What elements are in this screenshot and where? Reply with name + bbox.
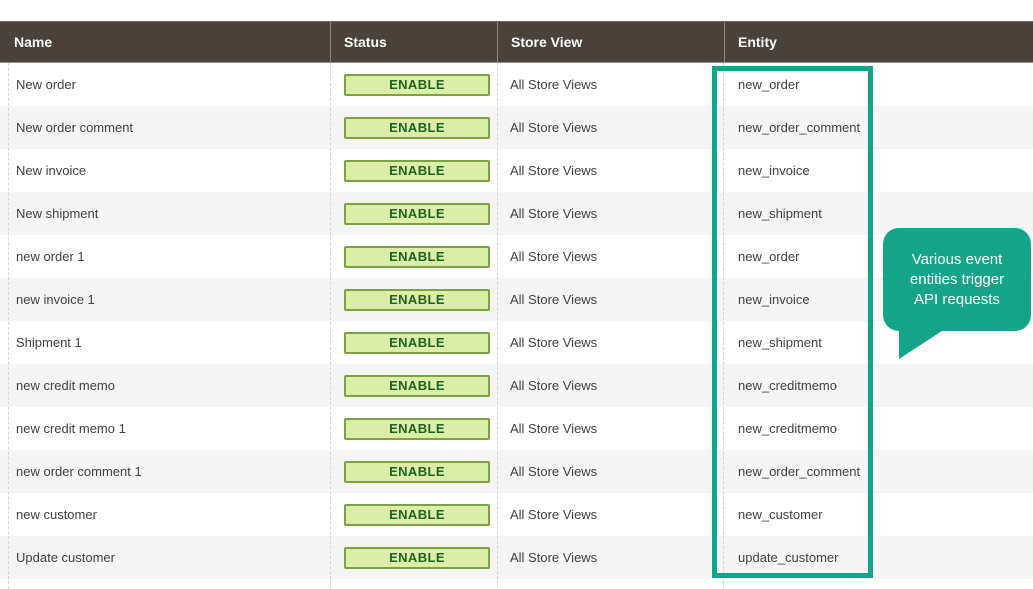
cell-entity: new_shipment: [738, 206, 822, 221]
cell-entity: new_creditmemo: [738, 378, 837, 393]
enable-button[interactable]: ENABLE: [344, 331, 490, 354]
enable-button[interactable]: ENABLE: [344, 288, 490, 311]
cell-store-view: All Store Views: [510, 550, 598, 565]
table-row[interactable]: new order comment 1 ENABLE All Store Vie…: [0, 450, 1033, 493]
cell-name: new order 1: [16, 249, 85, 264]
cell-name: new invoice 1: [16, 292, 95, 307]
table-row[interactable]: New order ENABLE All Store Views new_ord…: [0, 63, 1033, 106]
enable-button[interactable]: ENABLE: [344, 546, 490, 569]
cell-entity: new_invoice: [738, 163, 810, 178]
cell-name: new credit memo: [16, 378, 115, 393]
cell-store-view: All Store Views: [510, 77, 598, 92]
enable-button[interactable]: ENABLE: [344, 503, 490, 526]
enable-button[interactable]: ENABLE: [344, 374, 490, 397]
cell-entity: new_order: [738, 77, 800, 92]
table-row[interactable]: new order 1 ENABLE All Store Views new_o…: [0, 235, 1033, 278]
cell-name: New shipment: [16, 206, 99, 221]
column-header-name[interactable]: Name: [0, 22, 330, 62]
table-row[interactable]: Update customer ENABLE All Store Views u…: [0, 536, 1033, 579]
table-row[interactable]: new customer ENABLE All Store Views new_…: [0, 493, 1033, 536]
table-row[interactable]: new invoice 1 ENABLE All Store Views new…: [0, 278, 1033, 321]
column-header-status[interactable]: Status: [330, 22, 497, 62]
cell-entity: new_order: [738, 249, 800, 264]
cell-entity: new_order_comment: [738, 120, 861, 135]
cell-entity: update_customer: [738, 550, 839, 565]
table-row[interactable]: New shipment ENABLE All Store Views new_…: [0, 192, 1033, 235]
table-row[interactable]: Shipment 1 ENABLE All Store Views new_sh…: [0, 321, 1033, 364]
cell-name: new credit memo 1: [16, 421, 126, 436]
cell-store-view: All Store Views: [510, 378, 598, 393]
cell-entity: new_shipment: [738, 335, 822, 350]
events-table: Name Status Store View Entity New order …: [0, 21, 1033, 579]
enable-button[interactable]: ENABLE: [344, 417, 490, 440]
enable-button[interactable]: ENABLE: [344, 73, 490, 96]
cell-store-view: All Store Views: [510, 120, 598, 135]
cell-name: Shipment 1: [16, 335, 82, 350]
table-body: New order ENABLE All Store Views new_ord…: [0, 63, 1033, 579]
cell-store-view: All Store Views: [510, 292, 598, 307]
cell-name: new order comment 1: [16, 464, 142, 479]
cell-store-view: All Store Views: [510, 421, 598, 436]
cell-name: Update customer: [16, 550, 115, 565]
enable-button[interactable]: ENABLE: [344, 159, 490, 182]
cell-store-view: All Store Views: [510, 507, 598, 522]
column-header-entity[interactable]: Entity: [724, 22, 1033, 62]
cell-entity: new_order_comment: [738, 464, 861, 479]
cell-name: New order comment: [16, 120, 134, 135]
table-header-row: Name Status Store View Entity: [0, 21, 1033, 63]
cell-entity: new_creditmemo: [738, 421, 837, 436]
column-header-store-view[interactable]: Store View: [497, 22, 724, 62]
table-row[interactable]: new credit memo 1 ENABLE All Store Views…: [0, 407, 1033, 450]
cell-name: new customer: [16, 507, 97, 522]
enable-button[interactable]: ENABLE: [344, 202, 490, 225]
cell-store-view: All Store Views: [510, 464, 598, 479]
enable-button[interactable]: ENABLE: [344, 460, 490, 483]
cell-name: New invoice: [16, 163, 87, 178]
cell-name: New order: [16, 77, 76, 92]
enable-button[interactable]: ENABLE: [344, 245, 490, 268]
cell-entity: new_invoice: [738, 292, 810, 307]
enable-button[interactable]: ENABLE: [344, 116, 490, 139]
cell-store-view: All Store Views: [510, 335, 598, 350]
cell-store-view: All Store Views: [510, 206, 598, 221]
table-row[interactable]: New order comment ENABLE All Store Views…: [0, 106, 1033, 149]
cell-store-view: All Store Views: [510, 249, 598, 264]
table-row[interactable]: new credit memo ENABLE All Store Views n…: [0, 364, 1033, 407]
events-grid-screen: Name Status Store View Entity New order …: [0, 0, 1033, 589]
cell-store-view: All Store Views: [510, 163, 598, 178]
cell-entity: new_customer: [738, 507, 823, 522]
table-row[interactable]: New invoice ENABLE All Store Views new_i…: [0, 149, 1033, 192]
